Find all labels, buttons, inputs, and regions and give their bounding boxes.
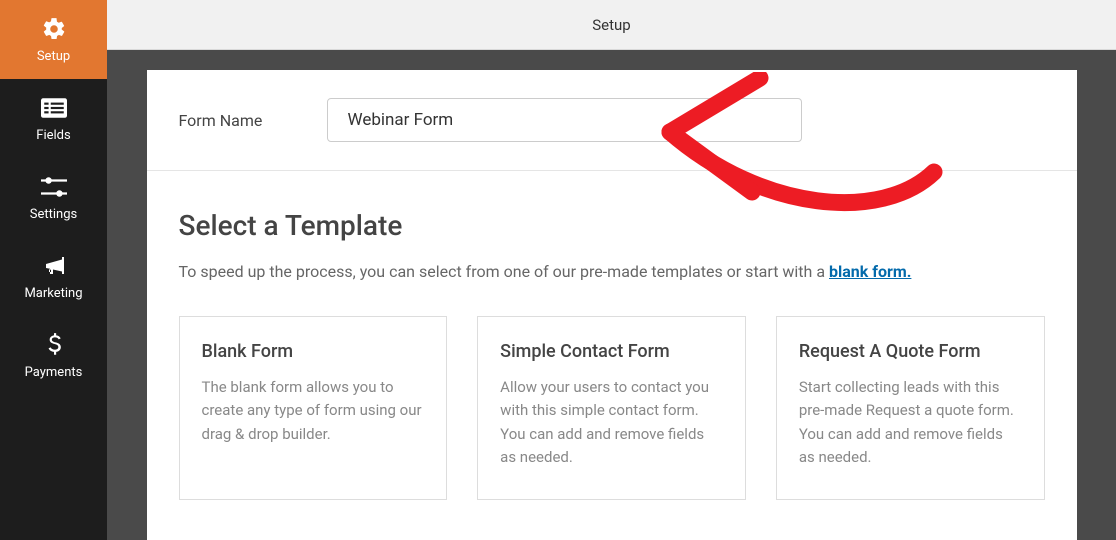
template-card-blank-form[interactable]: Blank Form The blank form allows you to …	[179, 316, 448, 500]
form-name-row: Form Name	[147, 70, 1077, 171]
template-cards: Blank Form The blank form allows you to …	[179, 316, 1045, 500]
sidebar-item-payments[interactable]: Payments	[0, 316, 107, 395]
template-desc-text: To speed up the process, you can select …	[179, 262, 830, 281]
sidebar-item-label: Fields	[36, 128, 70, 143]
main-area: Setup Form Name Select a Template To spe…	[107, 0, 1116, 540]
sidebar-item-marketing[interactable]: Marketing	[0, 237, 107, 316]
card-desc: Allow your users to contact you with thi…	[500, 376, 723, 469]
sidebar-item-label: Settings	[30, 207, 77, 222]
template-card-request-quote[interactable]: Request A Quote Form Start collecting le…	[776, 316, 1045, 500]
blank-form-link[interactable]: blank form.	[829, 262, 911, 281]
bullhorn-icon	[40, 252, 68, 280]
sidebar: Setup Fields Settings Marketing Payments	[0, 0, 107, 540]
sidebar-item-label: Marketing	[24, 286, 82, 301]
list-icon	[40, 94, 68, 122]
template-card-simple-contact[interactable]: Simple Contact Form Allow your users to …	[477, 316, 746, 500]
form-name-label: Form Name	[179, 111, 327, 130]
gear-icon	[40, 15, 68, 43]
card-title: Blank Form	[202, 341, 425, 362]
card-title: Simple Contact Form	[500, 341, 723, 362]
sidebar-item-fields[interactable]: Fields	[0, 79, 107, 158]
template-section: Select a Template To speed up the proces…	[147, 171, 1077, 520]
template-title: Select a Template	[179, 209, 1045, 242]
template-desc: To speed up the process, you can select …	[179, 260, 1045, 284]
sidebar-item-label: Setup	[37, 49, 70, 64]
content-wrap: Form Name Select a Template To speed up …	[107, 50, 1116, 540]
form-name-input[interactable]	[327, 98, 802, 142]
card-desc: The blank form allows you to create any …	[202, 376, 425, 446]
card-title: Request A Quote Form	[799, 341, 1022, 362]
topbar: Setup	[107, 0, 1116, 50]
sidebar-item-setup[interactable]: Setup	[0, 0, 107, 79]
sidebar-item-settings[interactable]: Settings	[0, 158, 107, 237]
sidebar-item-label: Payments	[25, 365, 83, 380]
page-title: Setup	[592, 16, 630, 34]
dollar-icon	[40, 331, 68, 359]
card-desc: Start collecting leads with this pre-mad…	[799, 376, 1022, 469]
sliders-icon	[40, 173, 68, 201]
setup-panel: Form Name Select a Template To speed up …	[147, 70, 1077, 540]
